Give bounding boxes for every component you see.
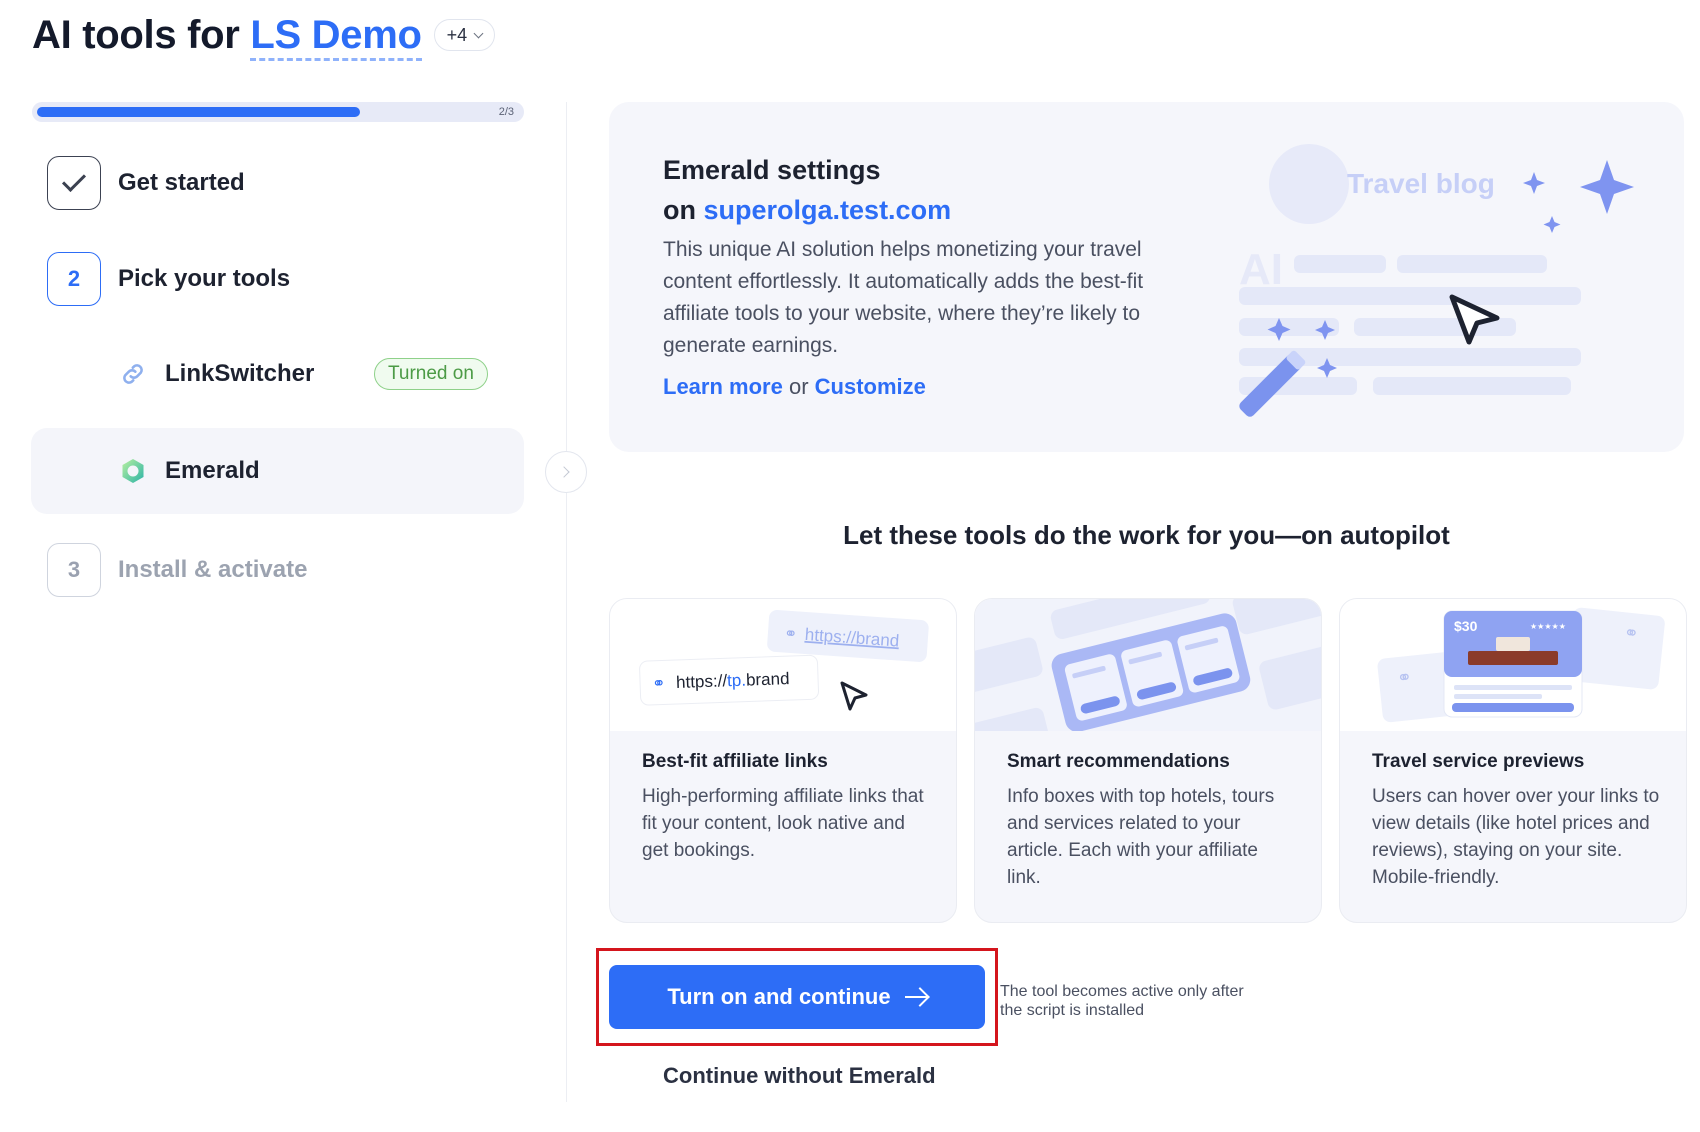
collapse-sidebar-button[interactable] (545, 451, 587, 493)
affiliate-links-illustration: https://brand ⚭ https://tp.brand ⚭ (610, 599, 956, 731)
button-label: Turn on and continue (667, 984, 891, 1009)
link-icon: ⚭ (783, 626, 798, 644)
feature-card-travel-previews: ⚭ ⚭ $30 ★★★★★ Travel service previews Us… (1339, 598, 1687, 923)
more-projects-dropdown[interactable]: +4 (433, 19, 496, 51)
ai-label: AI (1239, 245, 1283, 294)
link-icon: ⚭ (1623, 622, 1640, 643)
link-icon (119, 360, 147, 388)
settings-description: This unique AI solution helps monetizing… (663, 238, 1144, 357)
travel-previews-illustration: ⚭ ⚭ $30 ★★★★★ (1340, 599, 1686, 731)
progress-label: 2/3 (498, 106, 514, 118)
recommendations-illustration (975, 599, 1321, 731)
settings-links: Learn more or Customize (663, 374, 926, 400)
travel-blog-illustration: Travel blog AI (1239, 144, 1634, 417)
step-get-started[interactable]: Get started (47, 156, 245, 210)
tool-name: Emerald (165, 457, 260, 484)
tool-item-linkswitcher[interactable]: LinkSwitcher Turned on (31, 331, 524, 417)
feature-description: High-performing affiliate links that fit… (642, 786, 924, 861)
settings-title-on: on (663, 195, 696, 225)
rating-stars: ★★★★★ (1530, 622, 1566, 631)
price-label: $30 (1454, 618, 1478, 634)
settings-title: Emerald settings on superolga.test.com (663, 150, 951, 230)
feature-description: Users can hover over your links to view … (1372, 786, 1660, 888)
setup-progress-bar: 2/3 (32, 102, 524, 122)
site-domain: superolga.test.com (703, 195, 952, 225)
arrow-right-icon (904, 996, 927, 998)
feature-card-smart-recommendations: Smart recommendations Info boxes with to… (974, 598, 1322, 923)
or-text: or (788, 374, 809, 399)
feature-title: Travel service previews (1372, 751, 1585, 772)
features-title: Let these tools do the work for you—on a… (843, 520, 1450, 550)
tool-name: LinkSwitcher (165, 360, 315, 387)
url-front-text: https://tp.brand (676, 669, 790, 692)
sidebar-divider (566, 102, 567, 1102)
step-install-activate[interactable]: 3 Install & activate (47, 543, 307, 597)
checkmark-icon (61, 167, 87, 193)
title-prefix: AI tools for (32, 12, 240, 57)
blog-label: Travel blog (1347, 168, 1495, 199)
step-pick-your-tools[interactable]: 2 Pick your tools (47, 252, 290, 306)
step-number-box: 3 (47, 543, 101, 597)
turn-on-and-continue-button[interactable]: Turn on and continue (609, 965, 985, 1029)
page-header: AI tools for LS Demo +4 (32, 10, 496, 61)
step-done-box (47, 156, 101, 210)
learn-more-link[interactable]: Learn more (663, 374, 783, 399)
feature-title: Smart recommendations (1007, 751, 1230, 772)
cursor-icon (840, 681, 868, 711)
step-label: Pick your tools (118, 265, 291, 292)
continue-without-button[interactable]: Continue without Emerald (663, 1063, 936, 1089)
link-icon: ⚭ (652, 675, 666, 692)
feature-description: Info boxes with top hotels, tours and se… (1007, 786, 1275, 888)
feature-title: Best-fit affiliate links (642, 751, 828, 772)
step-number-box: 2 (47, 252, 101, 306)
step-label: Get started (118, 169, 245, 196)
status-badge: Turned on (374, 358, 488, 390)
settings-title-line2: on superolga.test.com (663, 190, 951, 230)
step-label: Install & activate (118, 556, 308, 583)
feature-card-affiliate-links: https://brand ⚭ https://tp.brand ⚭ Best-… (609, 598, 957, 923)
chevron-down-icon (473, 28, 484, 38)
project-name-link[interactable]: LS Demo (250, 12, 422, 61)
progress-fill (37, 107, 360, 117)
chevron-right-icon (558, 466, 570, 478)
more-projects-count: +4 (446, 24, 468, 45)
settings-title-line1: Emerald settings (663, 155, 881, 185)
emerald-logo-icon (119, 457, 147, 485)
emerald-settings-card: Emerald settings on superolga.test.com T… (609, 102, 1684, 452)
activation-note: The tool becomes active only after the s… (1000, 983, 1244, 1019)
page-title: AI tools for LS Demo (32, 12, 422, 61)
link-icon: ⚭ (1396, 667, 1413, 688)
customize-link[interactable]: Customize (815, 374, 926, 399)
tool-item-emerald[interactable]: Emerald (31, 428, 524, 514)
